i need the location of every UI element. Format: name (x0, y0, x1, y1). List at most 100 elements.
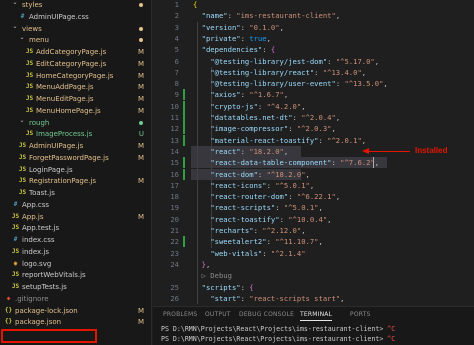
line-number: 13 (170, 135, 179, 145)
explorer-file[interactable]: JS LoginPage.js (0, 164, 151, 176)
explorer-file[interactable]: JS reportWebVitals.js (0, 269, 151, 281)
js-file-icon: JS (11, 283, 20, 290)
code-line[interactable]: 26 "start": "react-scripts start", (153, 293, 474, 304)
chevron-down-icon: ⌄ (19, 116, 25, 124)
code-line[interactable]: ▷ Debug (153, 270, 474, 281)
code-token: "0.1.0" (249, 22, 280, 32)
code-line[interactable]: 12 "image-compressor": "^2.0.3", (153, 123, 474, 135)
code-line[interactable]: 18 "react-router-dom": "^6.22.1", (153, 191, 474, 202)
explorer-folder[interactable]: ⌄ menu (0, 34, 151, 46)
code-line[interactable]: 16 "react-dom": "^18.2.0", (153, 168, 474, 180)
git-status-badge: M (137, 59, 144, 68)
panel-tab-ports[interactable]: PORTS (350, 309, 371, 321)
code-line[interactable]: 11 "datatables.net-dt": "^2.0.4", (153, 112, 474, 123)
code-token: "^2.0.1" (327, 135, 362, 145)
code-token: , (318, 237, 323, 247)
debug-codelens[interactable]: ▷ Debug (193, 270, 232, 281)
code-line[interactable]: 24 }, (153, 259, 474, 270)
explorer-item-label: rough (29, 118, 50, 127)
git-status-badge: M (137, 95, 144, 103)
git-change-marker (183, 112, 185, 123)
explorer-file[interactable]: JS ForgetPasswordPage.js M (0, 152, 151, 164)
explorer-file[interactable]: JS Toast.js (0, 187, 151, 199)
code-line[interactable]: 6 "@testing-library/jest-dom": "^5.17.0"… (153, 56, 474, 67)
code-line[interactable]: 7 "@testing-library/react": "^13.4.0", (153, 67, 474, 78)
code-line[interactable]: 25 "scripts": { (153, 282, 474, 293)
code-line[interactable]: 5 "dependencies": { (153, 44, 474, 55)
explorer-file[interactable]: {} package-lock.json M (0, 305, 151, 317)
code-token: "^4.2.0" (266, 101, 302, 111)
code-token: "scripts" (201, 282, 241, 292)
js-file-icon: JS (25, 83, 34, 91)
code-token: "react-scripts" (210, 203, 276, 213)
explorer-file[interactable]: JS setupTests.js (0, 281, 151, 293)
terminal-line[interactable]: PS D:\RMN\Projects\React\Projects\ims-re… (161, 334, 395, 344)
code-line[interactable]: 3 "version": "0.1.0", (153, 22, 474, 33)
explorer-file[interactable]: JS MenuAddPage.js M (0, 81, 151, 93)
explorer-file[interactable]: # index.css (0, 234, 151, 246)
code-token: : (288, 124, 297, 134)
terminal-line[interactable]: PS D:\RMN\Projects\React\Projects\ims-re… (161, 324, 395, 334)
explorer-file[interactable]: JS EditCategoryPage.js M (0, 58, 151, 70)
code-text: "dependencies": { (193, 44, 276, 55)
panel-tab-output[interactable]: OUTPUT (205, 309, 231, 321)
explorer-file[interactable]: JS AddCategoryPage.js M (0, 46, 151, 58)
code-text: "react-icons": "^5.0.1", (193, 180, 314, 191)
code-line[interactable]: 17 "react-icons": "^5.0.1", (153, 180, 474, 191)
panel-tab-terminal[interactable]: TERMINAL (300, 309, 333, 321)
explorer-folder[interactable]: ⌄ styles (0, 0, 151, 11)
explorer-file[interactable]: # AdminUIPage.css (0, 11, 151, 23)
code-token: : (240, 90, 250, 100)
code-line[interactable]: 23 "web-vitals": "^2.1.4" (153, 248, 474, 259)
explorer-file[interactable]: JS MenuEditPage.js M (0, 93, 151, 105)
explorer-file[interactable]: JS AdminUIPage.js M (0, 140, 151, 152)
code-token: : (262, 248, 271, 258)
explorer-file[interactable]: JS index.js (0, 246, 151, 258)
code-line[interactable]: 13 "material-react-toastify": "^2.0.1", (153, 134, 474, 146)
code-line[interactable]: 19 "react-scripts": "^5.0.1", (153, 202, 474, 213)
panel-tab-problems[interactable]: PROBLEMS (163, 309, 197, 321)
code-line[interactable]: 1{ (153, 0, 474, 10)
json-file-icon: {} (4, 318, 13, 326)
code-editor[interactable]: 1{2 "name": "ims-restaurant-client", 3 "v… (153, 0, 474, 306)
code-line[interactable]: 4 "private": true, (153, 33, 474, 44)
panel-tab-debug-console[interactable]: DEBUG CONSOLE (239, 309, 294, 321)
code-line[interactable]: 9 "axios": "^1.6.7", (153, 89, 474, 101)
explorer-file[interactable]: JS App.js M (0, 211, 151, 223)
code-line[interactable]: 8 "@testing-library/user-event": "^13.5.… (153, 78, 474, 89)
code-token: "ims-restaurant-client" (236, 11, 336, 21)
explorer-folder[interactable]: ⌄ rough (0, 116, 151, 129)
code-token: "datatables.net-dt" (210, 113, 293, 122)
code-line[interactable]: 21 "recharts": "^2.12.0", (153, 225, 474, 236)
code-token: : (275, 203, 284, 213)
code-line[interactable]: 2 "name": "ims-restaurant-client", (153, 10, 474, 21)
code-token: "^5.17.0" (335, 56, 375, 66)
code-token: : (240, 22, 250, 32)
explorer-item-label: LoginPage.js (29, 165, 73, 174)
explorer-file[interactable]: JS App.test.js (0, 222, 151, 234)
code-token: "^10.0.4" (288, 214, 328, 224)
code-text: "react-toastify": "^10.0.4", (193, 214, 331, 225)
explorer-item-label: ImageProcess.js (36, 130, 93, 139)
code-line[interactable]: 22 "sweetalert2": "^11.10.7", (153, 236, 474, 248)
code-line[interactable]: 20 "react-toastify": "^10.0.4", (153, 214, 474, 225)
explorer-file[interactable]: JS RegistrationPage.js M (0, 175, 151, 187)
explorer-file[interactable]: JS ImageProcess.js U (0, 128, 151, 140)
line-number: 23 (170, 248, 179, 258)
explorer-file[interactable]: ◆ .gitignore (0, 293, 151, 305)
code-token: , (283, 146, 289, 156)
code-line[interactable]: 10 "crypto-js": "^4.2.0", (153, 100, 474, 112)
code-text: "start": "react-scripts start", (193, 293, 344, 304)
code-token: : (292, 113, 302, 122)
explorer-file[interactable]: {} package.json M (0, 316, 151, 328)
code-line[interactable]: 15 "react-data-table-component": "^7.6.2… (153, 157, 474, 169)
explorer-file[interactable]: ◉ logo.svg (0, 258, 151, 270)
explorer-file[interactable]: JS HomeCategoryPage.js M (0, 70, 151, 82)
explorer-file[interactable]: # App.css (0, 199, 151, 211)
code-text: "crypto-js": "^4.2.0", (193, 101, 305, 112)
chevron-down-icon: ⌄ (12, 22, 18, 30)
